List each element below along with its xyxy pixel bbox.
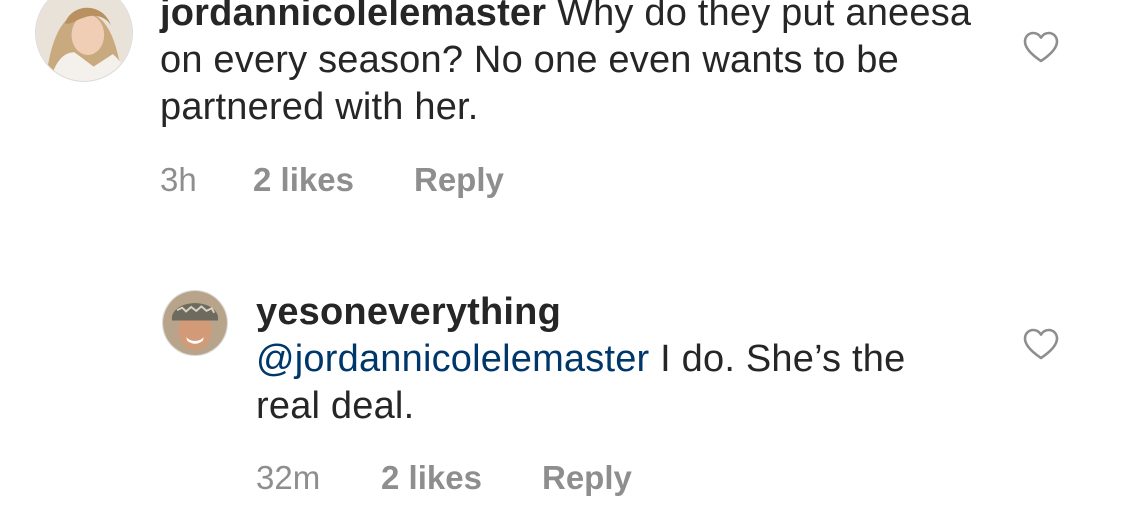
comment-username[interactable]: yesoneverything bbox=[256, 289, 956, 336]
reply-button[interactable]: Reply bbox=[542, 458, 632, 498]
comment-timestamp: 3h bbox=[160, 161, 197, 198]
comment-mention-link[interactable]: @jordannicolelemaster bbox=[256, 338, 649, 380]
comment-timestamp: 32m bbox=[256, 459, 321, 496]
comment-likes-count[interactable]: 2 likes bbox=[381, 458, 482, 498]
avatar-image bbox=[36, 0, 132, 81]
avatar[interactable] bbox=[35, 0, 133, 82]
avatar[interactable] bbox=[162, 290, 228, 356]
comment-body: jordannicolelemaster Why do they put ane… bbox=[160, 0, 980, 131]
comment-username[interactable]: jordannicolelemaster bbox=[160, 0, 546, 34]
comment-body: yesoneverything @jordannicolelemaster I … bbox=[256, 289, 956, 430]
comment-likes-count[interactable]: 2 likes bbox=[253, 160, 354, 200]
heart-outline-icon[interactable] bbox=[1022, 327, 1060, 361]
comment-meta: 32m 2 likes Reply bbox=[256, 458, 956, 498]
comment-meta: 3h 2 likes Reply bbox=[160, 160, 860, 200]
avatar-image bbox=[163, 291, 227, 355]
reply-button[interactable]: Reply bbox=[414, 160, 504, 200]
heart-outline-icon[interactable] bbox=[1022, 30, 1060, 64]
